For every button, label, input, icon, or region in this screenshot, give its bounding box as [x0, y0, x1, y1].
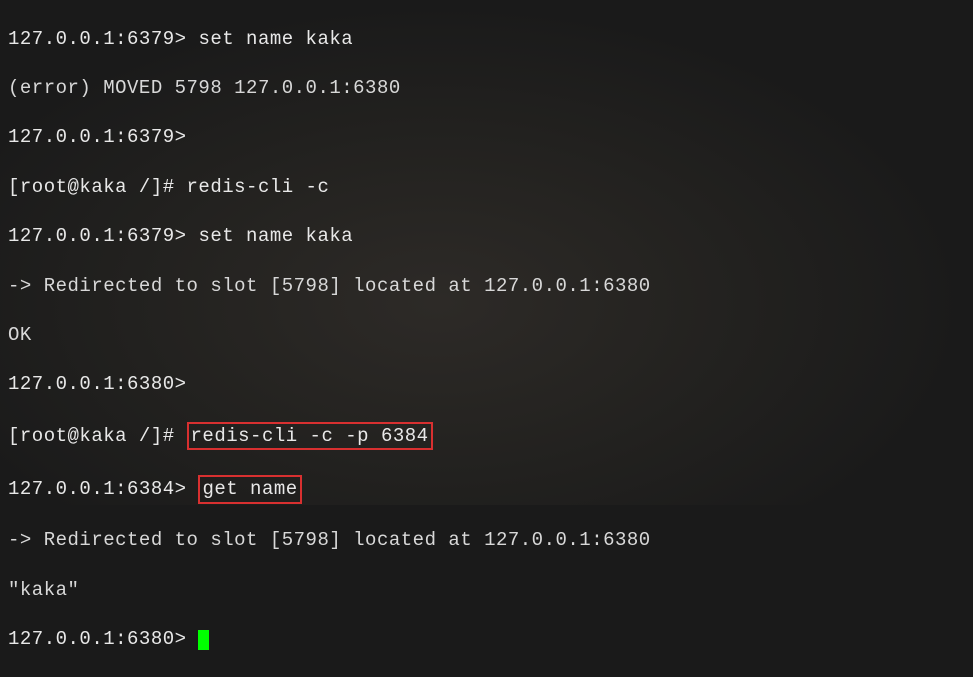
terminal-line: [root@kaka /]# redis-cli -c -p 6384: [8, 422, 965, 451]
terminal-line: 127.0.0.1:6380>: [8, 627, 965, 652]
redirect-output: -> Redirected to slot [5798] located at …: [8, 528, 965, 553]
shell-prompt: [root@kaka /]#: [8, 176, 187, 198]
cursor-icon: [198, 630, 209, 650]
redis-prompt: 127.0.0.1:6379>: [8, 28, 198, 50]
redis-command: set name kaka: [198, 28, 353, 50]
terminal-line: [root@kaka /]# redis-cli -c: [8, 175, 965, 200]
redis-command: set name kaka: [198, 225, 353, 247]
highlight-box: redis-cli -c -p 6384: [187, 422, 433, 451]
shell-prompt: [root@kaka /]#: [8, 425, 187, 447]
terminal-line: 127.0.0.1:6379> set name kaka: [8, 27, 965, 52]
redis-prompt: 127.0.0.1:6380>: [8, 372, 965, 397]
redis-prompt: 127.0.0.1:6379>: [8, 125, 965, 150]
redis-prompt: 127.0.0.1:6379>: [8, 225, 198, 247]
value-output: "kaka": [8, 578, 965, 603]
redis-command: get name: [202, 478, 297, 500]
ok-output: OK: [8, 323, 965, 348]
terminal-line: 127.0.0.1:6384> get name: [8, 475, 965, 504]
redirect-output: -> Redirected to slot [5798] located at …: [8, 274, 965, 299]
highlight-box: get name: [198, 475, 301, 504]
terminal-output[interactable]: 127.0.0.1:6379> set name kaka (error) MO…: [8, 2, 965, 677]
redis-prompt: 127.0.0.1:6384>: [8, 478, 198, 500]
error-output: (error) MOVED 5798 127.0.0.1:6380: [8, 76, 965, 101]
shell-command: redis-cli -c: [187, 176, 330, 198]
terminal-line: 127.0.0.1:6379> set name kaka: [8, 224, 965, 249]
redis-prompt: 127.0.0.1:6380>: [8, 628, 198, 650]
shell-command: redis-cli -c -p 6384: [191, 425, 429, 447]
